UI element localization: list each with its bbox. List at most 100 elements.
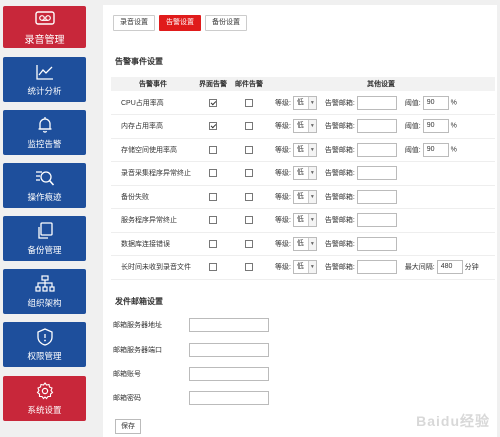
alert-email-input[interactable]	[356, 119, 397, 134]
mail-alert-checkbox[interactable]	[245, 145, 253, 154]
level-select[interactable]: 低 ▼	[292, 236, 317, 251]
nav-recording[interactable]: 录音管理	[3, 6, 86, 48]
mail-password-label: 邮箱密码	[113, 395, 141, 402]
org-chart-icon	[34, 274, 56, 294]
email-label: 告警邮箱:	[324, 99, 355, 107]
ui-alert-cell	[195, 185, 231, 209]
nav-label: 权限管理	[27, 351, 62, 361]
threshold-input[interactable]: 90	[422, 119, 449, 134]
ui-alert-checkbox[interactable]	[209, 145, 217, 154]
level-select[interactable]: 低 ▼	[292, 95, 317, 110]
level-select[interactable]: 低 ▼	[292, 260, 317, 275]
level-value: 低	[296, 98, 304, 106]
alert-email-input[interactable]	[356, 260, 397, 275]
other-settings-cell: 等级: 低 ▼ 告警邮箱: 阈值: 90 %	[267, 138, 495, 162]
nav-permission[interactable]: 权限管理	[3, 322, 86, 367]
chevron-down-icon: ▼	[307, 214, 316, 227]
level-select[interactable]: 低 ▼	[292, 213, 317, 228]
mail-port-label: 邮箱服务器端口	[113, 347, 162, 354]
nav-backup[interactable]: 备份管理	[3, 216, 86, 261]
mail-alert-checkbox[interactable]	[245, 239, 253, 248]
mail-alert-checkbox[interactable]	[245, 263, 253, 272]
mail-account-input[interactable]	[189, 367, 269, 381]
mail-alert-cell	[231, 91, 267, 115]
ui-alert-checkbox[interactable]	[209, 122, 217, 131]
level-value: 低	[296, 239, 304, 247]
tab-recording-settings[interactable]: 录音设置	[113, 15, 155, 31]
other-settings-cell: 等级: 低 ▼ 告警邮箱:	[267, 161, 495, 186]
event-name: 服务程序异常终止	[111, 208, 195, 233]
ui-alert-checkbox[interactable]	[209, 192, 217, 201]
level-label: 等级:	[275, 146, 291, 154]
nav-monitor[interactable]: 监控告警	[3, 110, 86, 155]
mail-alert-checkbox[interactable]	[245, 122, 253, 131]
mail-port-row: 邮箱服务器端口	[113, 343, 269, 357]
email-label: 告警邮箱:	[324, 170, 355, 178]
event-name: 数据库连接错误	[111, 232, 195, 256]
ui-alert-checkbox[interactable]	[209, 263, 217, 272]
email-label: 告警邮箱:	[324, 193, 355, 201]
alert-email-input[interactable]	[356, 189, 397, 204]
bell-icon	[34, 115, 56, 135]
alert-email-input[interactable]	[356, 213, 397, 228]
table-row: 内存占用率高 等级: 低 ▼ 告警邮箱: 阈值: 90 %	[111, 114, 495, 139]
tab-alert-settings[interactable]: 告警设置	[159, 15, 201, 31]
table-row: 存储空间使用率高 等级: 低 ▼ 告警邮箱: 阈值: 90 %	[111, 138, 495, 162]
nav-label: 组织架构	[27, 298, 62, 308]
threshold-unit: %	[450, 99, 457, 106]
table-row: 服务程序异常终止 等级: 低 ▼ 告警邮箱:	[111, 208, 495, 233]
threshold-input[interactable]: 90	[422, 142, 449, 157]
event-name: CPU占用率高	[111, 91, 195, 115]
mail-alert-cell	[231, 161, 267, 186]
nav-label: 操作痕迹	[27, 192, 62, 202]
max-interval-input[interactable]: 480	[436, 260, 463, 275]
level-select[interactable]: 低 ▼	[292, 166, 317, 181]
level-select[interactable]: 低 ▼	[292, 142, 317, 157]
alert-email-input[interactable]	[356, 236, 397, 251]
ui-alert-checkbox[interactable]	[209, 239, 217, 248]
level-value: 低	[296, 216, 304, 224]
watermark-logo: Baidu经验	[416, 413, 490, 429]
nav-operation-trace[interactable]: 操作痕迹	[3, 163, 86, 208]
mail-alert-cell	[231, 208, 267, 233]
alert-email-input[interactable]	[356, 142, 397, 157]
other-settings-cell: 等级: 低 ▼ 告警邮箱: 最大间隔: 480 分钟	[267, 255, 495, 280]
mail-server-input[interactable]	[189, 318, 269, 332]
search-doc-icon	[34, 168, 56, 188]
table-row: 录音采集程序异常终止 等级: 低 ▼ 告警邮箱:	[111, 161, 495, 186]
email-label: 告警邮箱:	[324, 146, 355, 154]
threshold-label: 阈值:	[404, 99, 421, 107]
mail-alert-checkbox[interactable]	[245, 169, 253, 178]
level-select[interactable]: 低 ▼	[292, 119, 317, 134]
mail-alert-checkbox[interactable]	[245, 216, 253, 225]
mail-alert-checkbox[interactable]	[245, 192, 253, 201]
nav-system-settings[interactable]: 系统设置	[3, 376, 86, 421]
save-button[interactable]: 保存	[115, 419, 141, 434]
alert-email-input[interactable]	[356, 95, 397, 110]
level-label: 等级:	[275, 193, 291, 201]
gear-icon	[34, 381, 56, 401]
mail-alert-checkbox[interactable]	[245, 98, 253, 107]
threshold-input[interactable]: 90	[422, 95, 449, 110]
header-mail-alert: 邮件告警	[231, 77, 267, 91]
ui-alert-checkbox[interactable]	[209, 216, 217, 225]
event-name: 存储空间使用率高	[111, 138, 195, 162]
copy-icon	[34, 221, 56, 241]
ui-alert-cell	[195, 255, 231, 280]
recorder-icon	[34, 8, 56, 28]
line-chart-icon	[34, 62, 56, 82]
mail-password-input[interactable]	[189, 391, 269, 405]
level-value: 低	[296, 145, 304, 153]
nav-organization[interactable]: 组织架构	[3, 269, 86, 314]
mail-port-input[interactable]	[189, 343, 269, 357]
alert-email-input[interactable]	[356, 166, 397, 181]
nav-statistics[interactable]: 统计分析	[3, 57, 86, 102]
email-label: 告警邮箱:	[324, 123, 355, 131]
ui-alert-checkbox[interactable]	[209, 169, 217, 178]
event-name: 备份失败	[111, 185, 195, 209]
mail-server-row: 邮箱服务器地址	[113, 318, 269, 332]
ui-alert-checkbox[interactable]	[209, 98, 217, 107]
tab-backup-settings[interactable]: 备份设置	[205, 15, 247, 31]
ui-alert-cell	[195, 138, 231, 162]
level-select[interactable]: 低 ▼	[292, 189, 317, 204]
